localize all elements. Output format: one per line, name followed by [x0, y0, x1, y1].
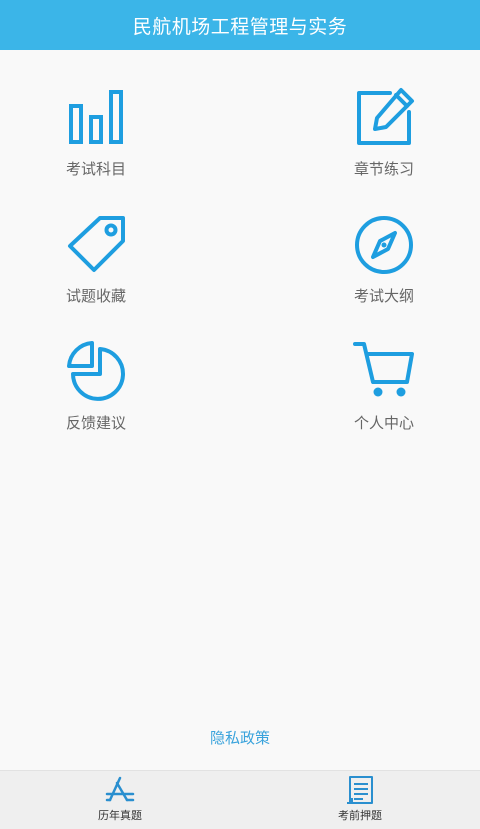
- tab-label: 考前押题: [338, 809, 382, 822]
- menu-item-label: 考试大纲: [353, 287, 414, 305]
- menu-item-feedback[interactable]: 反馈建议: [46, 340, 146, 433]
- compass-icon: [355, 216, 413, 274]
- privacy-policy-link[interactable]: 隐私政策: [0, 727, 480, 748]
- menu-item-favorites[interactable]: 试题收藏: [46, 213, 146, 306]
- menu-item-exam-subjects[interactable]: 考试科目: [46, 86, 146, 179]
- menu-item-chapter-practice[interactable]: 章节练习: [334, 86, 434, 179]
- pie-chart-icon: [67, 341, 125, 401]
- tab-exam-predictions[interactable]: 考前押题: [310, 775, 410, 823]
- app-header: 民航机场工程管理与实务: [0, 0, 480, 50]
- menu-item-label: 考试科目: [65, 160, 126, 178]
- menu-item-label: 试题收藏: [65, 287, 126, 305]
- menu-item-profile[interactable]: 个人中心: [334, 340, 434, 433]
- menu-item-label: 章节练习: [353, 160, 414, 178]
- app-store-icon: [105, 776, 135, 802]
- page-title: 民航机场工程管理与实务: [132, 15, 348, 38]
- menu-item-syllabus[interactable]: 考试大纲: [334, 213, 434, 306]
- bar-chart-icon: [69, 90, 123, 144]
- tag-icon: [68, 216, 125, 272]
- tab-past-exams[interactable]: 历年真题: [70, 775, 170, 823]
- tab-label: 历年真题: [98, 809, 142, 822]
- cart-icon: [353, 342, 414, 397]
- menu-item-label: 个人中心: [353, 414, 414, 432]
- bottom-tab-bar: 历年真题 考前押题: [0, 770, 480, 829]
- document-icon: [347, 776, 373, 804]
- edit-icon: [357, 88, 414, 145]
- menu-item-label: 反馈建议: [65, 414, 126, 432]
